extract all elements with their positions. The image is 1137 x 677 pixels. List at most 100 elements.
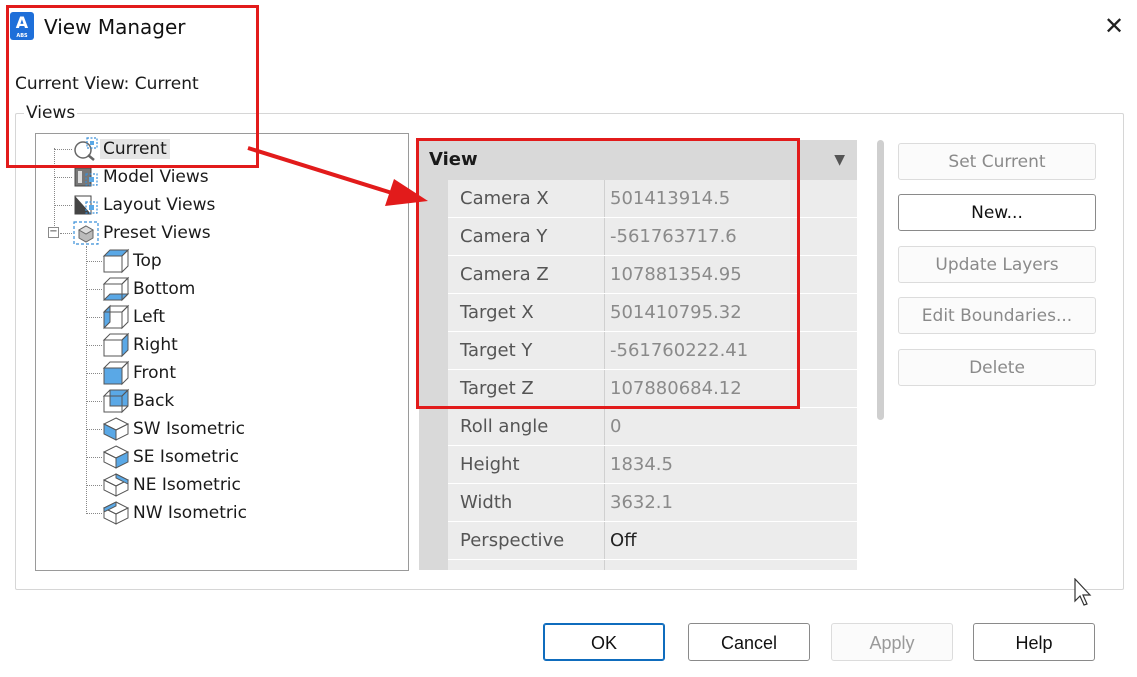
property-row[interactable]: Target X 501410795.32: [448, 294, 857, 332]
property-value[interactable]: [605, 560, 857, 570]
property-name: Width: [448, 484, 605, 521]
sw-isometric-icon: [102, 416, 130, 442]
update-layers-button[interactable]: Update Layers: [898, 246, 1096, 283]
title-bar: A ABS View Manager ✕: [0, 0, 1137, 56]
property-row[interactable]: Roll angle 0: [448, 408, 857, 446]
tree-connector: [86, 485, 102, 486]
property-name: Target Z: [448, 370, 605, 407]
properties-header[interactable]: View ▼: [419, 140, 857, 180]
property-row[interactable]: Camera Y -561763717.6: [448, 218, 857, 256]
tree-item-current[interactable]: Current: [72, 136, 170, 162]
close-icon[interactable]: ✕: [1100, 12, 1128, 40]
mouse-cursor-icon: [1074, 578, 1092, 606]
property-value[interactable]: 107880684.12: [605, 370, 857, 407]
help-button[interactable]: Help: [973, 623, 1095, 661]
app-logo-icon: A ABS: [10, 12, 34, 40]
tree-item-left[interactable]: Left: [102, 304, 168, 330]
tree-item-label: Right: [133, 335, 178, 355]
apply-button[interactable]: Apply: [831, 623, 953, 661]
chevron-down-icon[interactable]: ▼: [834, 140, 845, 180]
tree-connector: [86, 429, 102, 430]
tree-item-label: Bottom: [133, 279, 196, 299]
back-view-icon: [102, 388, 130, 414]
edit-boundaries-button[interactable]: Edit Boundaries...: [898, 297, 1096, 334]
property-name: Perspective: [448, 522, 605, 559]
property-name: Camera X: [448, 180, 605, 217]
views-group-label: Views: [24, 103, 78, 123]
tree-item-label: Top: [133, 251, 162, 271]
property-name: Camera Z: [448, 256, 605, 293]
set-current-button[interactable]: Set Current: [898, 143, 1096, 180]
current-view-icon: [72, 136, 100, 162]
tree-item-top[interactable]: Top: [102, 248, 165, 274]
new-view-button[interactable]: New...: [898, 194, 1096, 231]
tree-connector: [60, 233, 72, 234]
tree-item-label: Model Views: [103, 167, 209, 187]
tree-connector: [86, 457, 102, 458]
tree-item-ne-isometric[interactable]: NE Isometric: [102, 472, 244, 498]
property-value[interactable]: 107881354.95: [605, 256, 857, 293]
view-properties-panel[interactable]: View ▼ Camera X 501413914.5 Camera Y -56…: [419, 140, 857, 570]
tree-item-label: SW Isometric: [133, 419, 246, 439]
property-row[interactable]: Target Z 107880684.12: [448, 370, 857, 408]
property-value[interactable]: -561760222.41: [605, 332, 857, 369]
property-name: Lens length (mm): [448, 560, 605, 570]
property-row[interactable]: Target Y -561760222.41: [448, 332, 857, 370]
property-value[interactable]: 1834.5: [605, 446, 857, 483]
property-value[interactable]: -561763717.6: [605, 218, 857, 255]
nw-isometric-icon: [102, 500, 130, 526]
property-value[interactable]: 3632.1: [605, 484, 857, 521]
tree-connector: [86, 317, 102, 318]
bottom-view-icon: [102, 276, 130, 302]
tree-connector: [54, 205, 72, 206]
layout-views-icon: [72, 192, 100, 218]
tree-item-sw-isometric[interactable]: SW Isometric: [102, 416, 248, 442]
property-name: Target X: [448, 294, 605, 331]
tree-connector: [86, 261, 102, 262]
property-value[interactable]: 501410795.32: [605, 294, 857, 331]
property-row[interactable]: Perspective Off: [448, 522, 857, 560]
ne-isometric-icon: [102, 472, 130, 498]
tree-item-right[interactable]: Right: [102, 332, 181, 358]
tree-connector: [86, 401, 102, 402]
tree-item-label: Preset Views: [103, 223, 211, 243]
tree-item-label: Front: [133, 363, 176, 383]
tree-item-preset-views[interactable]: Preset Views: [72, 220, 214, 246]
tree-connector: [54, 149, 72, 150]
properties-gutter: [419, 180, 448, 570]
property-row[interactable]: Lens length (mm): [448, 560, 857, 570]
ok-button[interactable]: OK: [543, 623, 665, 661]
views-tree[interactable]: − Current Model Views Layout Views Prese…: [35, 133, 409, 571]
tree-item-label: Current: [100, 139, 170, 159]
front-view-icon: [102, 360, 130, 386]
property-row[interactable]: Camera Z 107881354.95: [448, 256, 857, 294]
tree-item-front[interactable]: Front: [102, 360, 179, 386]
property-value[interactable]: 501413914.5: [605, 180, 857, 217]
tree-connector: [86, 246, 87, 514]
properties-scrollbar[interactable]: [877, 140, 884, 420]
tree-item-nw-isometric[interactable]: NW Isometric: [102, 500, 250, 526]
property-name: Target Y: [448, 332, 605, 369]
property-row[interactable]: Camera X 501413914.5: [448, 180, 857, 218]
property-value[interactable]: 0: [605, 408, 857, 445]
property-row[interactable]: Width 3632.1: [448, 484, 857, 522]
current-view-label: Current View: Current: [15, 74, 199, 94]
tree-item-bottom[interactable]: Bottom: [102, 276, 198, 302]
tree-item-layout-views[interactable]: Layout Views: [72, 192, 218, 218]
tree-connector: [86, 513, 102, 514]
collapse-toggle[interactable]: −: [48, 227, 59, 238]
property-row[interactable]: Height 1834.5: [448, 446, 857, 484]
property-value[interactable]: Off: [605, 522, 857, 559]
right-view-icon: [102, 332, 130, 358]
delete-button[interactable]: Delete: [898, 349, 1096, 386]
tree-item-se-isometric[interactable]: SE Isometric: [102, 444, 242, 470]
tree-item-model-views[interactable]: Model Views: [72, 164, 212, 190]
tree-item-label: Back: [133, 391, 175, 411]
tree-item-back[interactable]: Back: [102, 388, 177, 414]
tree-item-label: NW Isometric: [133, 503, 247, 523]
tree-item-label: Left: [133, 307, 165, 327]
preset-views-icon: [72, 220, 100, 246]
window-title: View Manager: [44, 15, 186, 39]
tree-connector: [54, 148, 55, 234]
cancel-button[interactable]: Cancel: [688, 623, 810, 661]
